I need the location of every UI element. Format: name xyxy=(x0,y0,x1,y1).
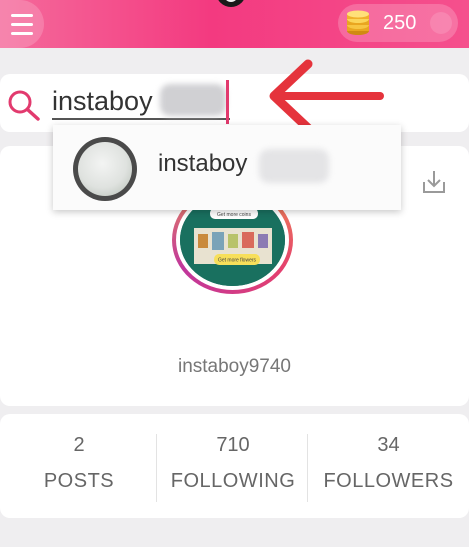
search-icon xyxy=(8,90,40,121)
app-header: 250 xyxy=(0,0,469,48)
coin-balance-pill[interactable]: 250 xyxy=(338,4,458,42)
following-label: FOLLOWING xyxy=(170,470,296,492)
coin-add-button[interactable] xyxy=(430,12,452,34)
posts-count: 2 xyxy=(73,434,85,456)
badge-get-more-coins: Get more coins xyxy=(217,212,251,218)
followers-label: FOLLOWERS xyxy=(323,470,454,492)
suggestion-avatar xyxy=(73,137,137,201)
menu-button[interactable] xyxy=(0,0,44,48)
download-icon[interactable] xyxy=(420,168,448,196)
followers-count: 34 xyxy=(377,434,400,456)
coin-stack-icon xyxy=(347,10,369,35)
redaction-blur xyxy=(160,84,226,116)
menu-icon xyxy=(11,13,33,17)
search-suggestion-item[interactable]: instaboy xyxy=(53,125,401,210)
coin-count: 250 xyxy=(383,12,417,34)
stats-card: 2 POSTS 710 FOLLOWING 34 FOLLOWERS xyxy=(0,414,469,518)
text-cursor xyxy=(226,80,229,124)
badge-get-more-flowers: Get more flowers xyxy=(218,258,257,264)
stat-following[interactable]: 710 FOLLOWING xyxy=(158,414,308,518)
search-bar xyxy=(0,74,469,132)
camera-notch xyxy=(216,0,246,7)
profile-username: instaboy9740 xyxy=(177,356,292,377)
redaction-blur xyxy=(259,149,329,183)
suggestion-label: instaboy xyxy=(158,150,248,177)
posts-label: POSTS xyxy=(43,470,115,492)
divider xyxy=(156,434,157,502)
stat-posts[interactable]: 2 POSTS xyxy=(0,414,158,518)
following-count: 710 xyxy=(216,434,250,456)
stat-followers[interactable]: 34 FOLLOWERS xyxy=(308,414,469,518)
